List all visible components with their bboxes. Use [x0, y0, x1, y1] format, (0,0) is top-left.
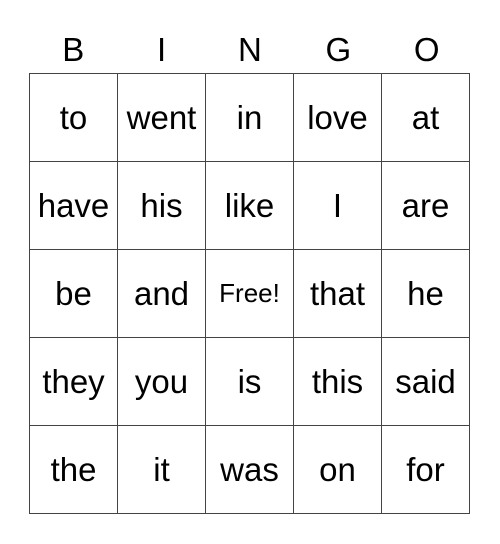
bingo-cell[interactable]: the [30, 426, 118, 514]
bingo-cell[interactable]: said [382, 338, 470, 426]
header-letter-o: O [413, 31, 440, 68]
bingo-cell[interactable]: be [30, 250, 118, 338]
bingo-cell[interactable]: in [206, 74, 294, 162]
header-letter-b: B [62, 31, 85, 68]
header-letter-g: G [325, 31, 352, 68]
bingo-header: B I N G O [29, 28, 471, 72]
bingo-cell[interactable]: for [382, 426, 470, 514]
bingo-card-grid: to went in love at have his like I are b… [29, 73, 470, 514]
bingo-cell[interactable]: at [382, 74, 470, 162]
bingo-cell[interactable]: his [118, 162, 206, 250]
bingo-cell[interactable]: he [382, 250, 470, 338]
header-letter-i: I [157, 31, 167, 68]
header-letter-n: N [238, 31, 262, 68]
bingo-cell[interactable]: to [30, 74, 118, 162]
bingo-cell[interactable]: they [30, 338, 118, 426]
free-space-cell[interactable]: Free! [206, 250, 294, 338]
bingo-cell[interactable]: was [206, 426, 294, 514]
bingo-cell[interactable]: you [118, 338, 206, 426]
bingo-cell[interactable]: have [30, 162, 118, 250]
bingo-cell[interactable]: on [294, 426, 382, 514]
bingo-cell[interactable]: is [206, 338, 294, 426]
bingo-cell[interactable]: it [118, 426, 206, 514]
bingo-cell[interactable]: and [118, 250, 206, 338]
bingo-cell[interactable]: this [294, 338, 382, 426]
bingo-cell[interactable]: went [118, 74, 206, 162]
bingo-cell[interactable]: are [382, 162, 470, 250]
bingo-cell[interactable]: like [206, 162, 294, 250]
bingo-cell[interactable]: that [294, 250, 382, 338]
bingo-cell[interactable]: love [294, 74, 382, 162]
bingo-cell[interactable]: I [294, 162, 382, 250]
